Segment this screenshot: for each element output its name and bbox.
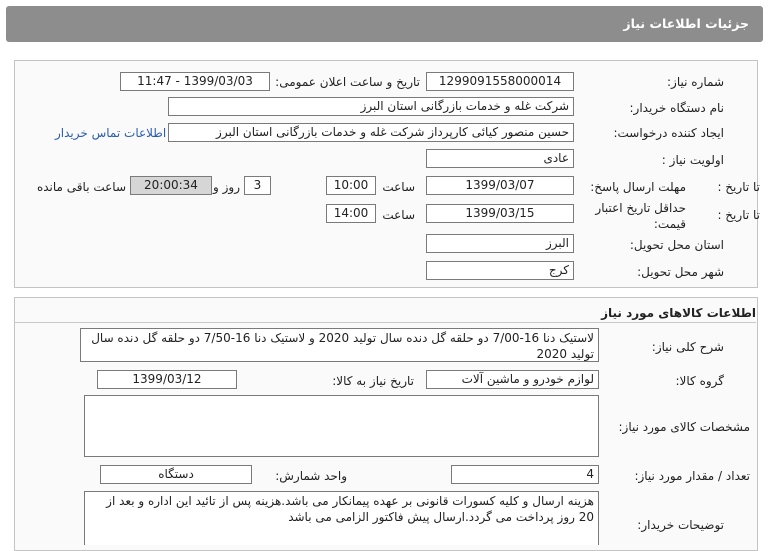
validity-time-field: 14:00: [326, 204, 376, 223]
quantity-label: تعداد / مقدار مورد نیاز:: [634, 469, 750, 483]
validity-date-field: 1399/03/15: [426, 204, 574, 223]
deadline-date-field: 1399/03/07: [426, 176, 574, 195]
remaining-time-label: ساعت باقی مانده: [36, 180, 126, 194]
validity-until-date-label: تا تاریخ :: [717, 208, 760, 222]
page-header: جزئیات اطلاعات نیاز: [6, 6, 763, 42]
page-title: جزئیات اطلاعات نیاز: [623, 16, 749, 31]
deadline-time-field: 10:00: [326, 176, 376, 195]
general-description-field: لاستیک دنا 16-7/00 دو حلقه گل دنده سال ت…: [80, 328, 599, 362]
unit-field: دستگاه: [100, 465, 252, 484]
price-validity-label: حداقل تاریخ اعتبار قیمت:: [595, 201, 686, 231]
announce-datetime-field: 1399/03/03 - 11:47: [120, 72, 270, 91]
goods-section-title: اطلاعات کالاهای مورد نیاز: [601, 306, 756, 320]
need-info-panel: [14, 60, 758, 288]
delivery-province-field: البرز: [426, 234, 574, 253]
need-date-label: تاریخ نیاز به کالا:: [332, 374, 414, 388]
deadline-time-label: ساعت: [382, 180, 415, 194]
buyer-org-field: شرکت غله و خدمات بازرگانی استان البرز: [168, 97, 574, 116]
deadline-until-date-label: تا تاریخ :: [717, 180, 760, 194]
remaining-days-label: روز و: [213, 180, 240, 194]
announce-datetime-label: تاریخ و ساعت اعلان عمومی:: [275, 75, 420, 89]
delivery-city-field: کرج: [426, 261, 574, 280]
unit-label: واحد شمارش:: [275, 469, 347, 483]
need-number-field: 1299091558000014: [426, 72, 574, 91]
buyer-notes-label: توضیحات خریدار:: [637, 518, 724, 532]
request-creator-field: حسین منصور کیائی کارپرداز شرکت غله و خدم…: [168, 123, 574, 142]
response-deadline-label: مهلت ارسال پاسخ:: [590, 180, 686, 194]
request-creator-label: ایجاد کننده درخواست:: [613, 126, 724, 140]
goods-specs-field: [84, 395, 599, 457]
buyer-notes-field: هزینه ارسال و کلیه کسورات قانونی بر عهده…: [84, 491, 599, 545]
delivery-city-label: شهر محل تحویل:: [637, 265, 724, 279]
remaining-time-field: 20:00:34: [130, 176, 212, 195]
remaining-days-field: 3: [244, 176, 271, 195]
general-description-label: شرح کلی نیاز:: [651, 340, 724, 354]
buyer-org-label: نام دستگاه خریدار:: [629, 101, 725, 115]
goods-specs-label: مشخصات کالای مورد نیاز:: [618, 420, 750, 434]
priority-field: عادی: [426, 149, 574, 168]
quantity-field: 4: [451, 465, 599, 484]
need-date-field: 1399/03/12: [97, 370, 237, 389]
goods-group-field: لوازم خودرو و ماشین آلات: [426, 370, 599, 389]
delivery-province-label: استان محل تحویل:: [629, 238, 724, 252]
goods-group-label: گروه کالا:: [675, 374, 725, 388]
validity-time-label: ساعت: [382, 208, 415, 222]
need-number-label: شماره نیاز:: [667, 75, 724, 89]
goods-section-divider: [14, 322, 756, 323]
buyer-contact-link[interactable]: اطلاعات تماس خریدار: [55, 126, 166, 140]
priority-label: اولویت نیاز :: [661, 153, 724, 167]
